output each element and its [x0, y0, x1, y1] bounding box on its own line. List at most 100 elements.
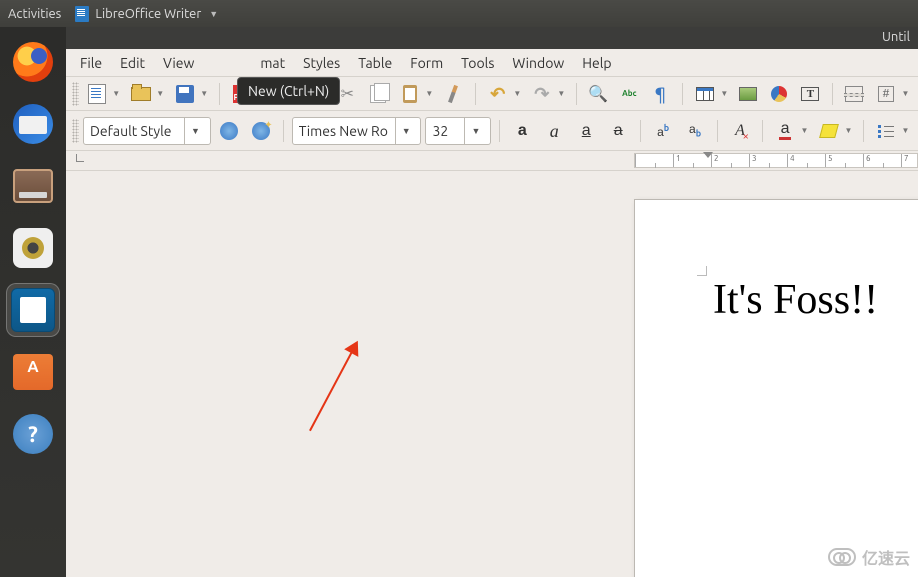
thunderbird-icon [13, 104, 53, 144]
save-button[interactable]: ▼ [171, 80, 211, 108]
ruler-area: 1 2 3 4 5 6 7 [66, 151, 918, 171]
font-name-input[interactable] [293, 123, 395, 139]
undo-button[interactable]: ↶▼ [484, 80, 524, 108]
highlight-icon [819, 124, 839, 138]
font-size-input[interactable] [426, 123, 464, 139]
menu-table[interactable]: Table [350, 51, 400, 75]
menu-view[interactable]: View [155, 51, 202, 75]
font-name-combo[interactable]: ▼ [292, 117, 422, 145]
chevron-down-icon[interactable]: ▼ [184, 118, 206, 144]
annotation-arrow [309, 342, 358, 431]
formatting-toolbar: ▼ ▼ ▼ a a a a ab ab A a▼ ▼ ▼ [66, 111, 918, 151]
image-icon [739, 87, 757, 101]
horizontal-ruler[interactable]: 1 2 3 4 5 6 7 [634, 153, 918, 168]
scissors-icon: ✂ [341, 86, 354, 102]
launcher-firefox[interactable] [6, 35, 60, 89]
copy-button[interactable] [365, 80, 392, 108]
bold-button[interactable]: a [508, 117, 536, 145]
chevron-down-icon[interactable]: ▼ [719, 80, 731, 108]
document-body-text[interactable]: It's Foss!! [713, 276, 878, 324]
bold-icon: a [518, 123, 527, 139]
menu-form[interactable]: Form [402, 51, 451, 75]
italic-button[interactable]: a [540, 117, 568, 145]
chevron-down-icon: ▼ [209, 9, 218, 19]
chevron-down-icon[interactable]: ▼ [512, 80, 524, 108]
standard-toolbar: ▼ ▼ ▼ PDF ✂ ▼ ↶▼ ↷▼ 🔍 Abc ¶ ▼ T #▼ [66, 77, 918, 111]
subscript-button[interactable]: ab [681, 117, 709, 145]
save-icon [176, 85, 194, 103]
superscript-icon: ab [657, 123, 669, 139]
separator [283, 120, 284, 142]
open-button[interactable]: ▼ [127, 80, 167, 108]
paragraph-style-combo[interactable]: ▼ [83, 117, 211, 145]
update-style-button[interactable] [215, 117, 243, 145]
launcher-help[interactable]: ? [6, 407, 60, 461]
globe-new-icon [252, 122, 270, 140]
font-color-button[interactable]: a▼ [771, 117, 811, 145]
clear-formatting-button[interactable]: A [726, 117, 754, 145]
strikethrough-button[interactable]: a [604, 117, 632, 145]
chevron-down-icon[interactable]: ▼ [799, 117, 811, 145]
chevron-down-icon[interactable]: ▼ [556, 80, 568, 108]
insert-chart-button[interactable] [766, 80, 793, 108]
launcher-files[interactable] [6, 159, 60, 213]
launcher-thunderbird[interactable] [6, 97, 60, 151]
launcher-libreoffice-writer[interactable] [6, 283, 60, 337]
menu-help[interactable]: Help [574, 51, 619, 75]
menu-edit[interactable]: Edit [112, 51, 153, 75]
folder-open-icon [131, 87, 151, 101]
insert-textbox-button[interactable]: T [797, 80, 824, 108]
search-icon: 🔍 [588, 86, 608, 102]
globe-icon [220, 122, 238, 140]
redo-button[interactable]: ↷▼ [528, 80, 568, 108]
chevron-down-icon[interactable]: ▼ [900, 80, 912, 108]
menu-window[interactable]: Window [504, 51, 572, 75]
chevron-down-icon[interactable]: ▼ [155, 80, 167, 108]
chevron-down-icon[interactable]: ▼ [843, 117, 855, 145]
chevron-down-icon[interactable]: ▼ [199, 80, 211, 108]
launcher-software[interactable] [6, 345, 60, 399]
paste-button[interactable]: ▼ [396, 80, 436, 108]
page-break-icon [845, 86, 863, 102]
chevron-down-icon[interactable]: ▼ [900, 117, 912, 145]
chevron-down-icon[interactable]: ▼ [111, 80, 123, 108]
menu-insert[interactable]: mat [252, 51, 293, 75]
watermark-text: 亿速云 [862, 545, 910, 569]
bullet-list-button[interactable]: ▼ [872, 117, 912, 145]
chevron-down-icon[interactable]: ▼ [395, 118, 417, 144]
menu-file[interactable]: File [72, 51, 110, 75]
new-style-button[interactable] [247, 117, 275, 145]
document-canvas[interactable]: It's Foss!! 亿速云 [66, 171, 918, 577]
find-replace-button[interactable]: 🔍 [585, 80, 612, 108]
chevron-down-icon[interactable]: ▼ [424, 80, 436, 108]
app-menu[interactable]: LibreOffice Writer ▼ [75, 6, 218, 22]
textbox-icon: T [801, 87, 819, 101]
insert-page-break-button[interactable] [841, 80, 868, 108]
ruler-tick: 4 [787, 154, 825, 167]
insert-table-button[interactable]: ▼ [691, 80, 731, 108]
ruler-corner-icon [76, 154, 84, 162]
software-store-icon [13, 354, 53, 390]
tooltip-new-document: New (Ctrl+N) [237, 77, 340, 105]
font-size-combo[interactable]: ▼ [425, 117, 491, 145]
chevron-down-icon[interactable]: ▼ [464, 118, 486, 144]
activities-button[interactable]: Activities [8, 7, 61, 21]
menu-styles[interactable]: Styles [295, 51, 348, 75]
formatting-marks-button[interactable]: ¶ [647, 80, 674, 108]
document-page[interactable]: It's Foss!! [634, 199, 918, 577]
clone-formatting-button[interactable] [440, 80, 467, 108]
highlight-button[interactable]: ▼ [815, 117, 855, 145]
paragraph-style-input[interactable] [84, 123, 184, 139]
insert-field-button[interactable]: #▼ [872, 80, 912, 108]
superscript-button[interactable]: ab [649, 117, 677, 145]
insert-image-button[interactable] [735, 80, 762, 108]
new-document-button[interactable]: ▼ [83, 80, 123, 108]
toolbar-grip[interactable] [72, 119, 79, 143]
watermark-logo-icon [828, 548, 856, 566]
spellcheck-button[interactable]: Abc [616, 80, 643, 108]
toolbar-grip[interactable] [72, 82, 79, 106]
underline-button[interactable]: a [572, 117, 600, 145]
menu-tools[interactable]: Tools [453, 51, 502, 75]
firefox-icon [13, 42, 53, 82]
launcher-rhythmbox[interactable] [6, 221, 60, 275]
